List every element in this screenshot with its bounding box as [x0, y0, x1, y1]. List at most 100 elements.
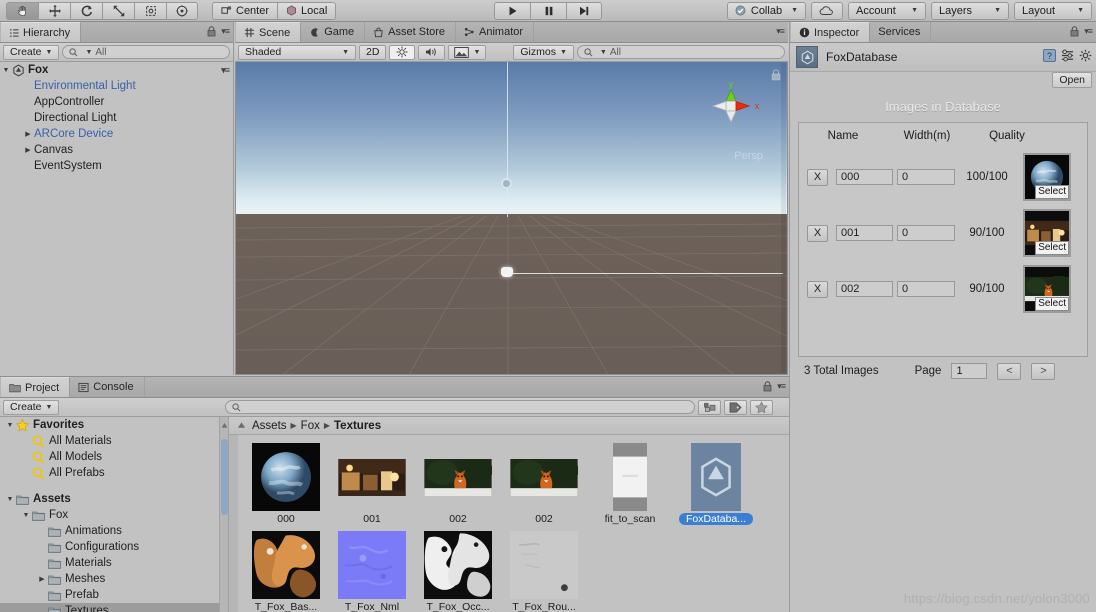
project-create-button[interactable]: Create ▼: [3, 399, 60, 415]
project-search-input[interactable]: [225, 400, 696, 414]
tab-game[interactable]: Game: [301, 22, 366, 42]
cloud-button[interactable]: [811, 1, 843, 20]
image-thumbnail-002[interactable]: Select: [1023, 265, 1071, 313]
asset-grid[interactable]: 000 001 002 002 fit_to_scan FoxDataba... T_Fox…: [229, 435, 789, 612]
hierarchy-item-appcontroller[interactable]: AppController: [0, 94, 233, 110]
scene-fx-toggle[interactable]: ▼: [448, 44, 487, 60]
scene-draw-mode-dropdown[interactable]: Shaded ▼: [238, 44, 356, 60]
project-folder-tree[interactable]: ▼ Favorites All Materials All Models All …: [0, 417, 229, 612]
image-name-input-000[interactable]: 000: [836, 169, 893, 185]
lock-icon[interactable]: [207, 26, 216, 37]
image-width-input-000[interactable]: 0: [897, 169, 955, 185]
disclosure-triangle-icon[interactable]: ▼: [0, 67, 12, 74]
lock-icon[interactable]: [1070, 26, 1079, 37]
select-image-button-001[interactable]: Select: [1035, 241, 1069, 255]
account-button[interactable]: Account ▼: [848, 1, 926, 20]
project-tree-item-favorites[interactable]: ▼ Favorites: [0, 417, 228, 433]
transform-tool-button[interactable]: [166, 1, 198, 20]
tab-animator[interactable]: Animator: [456, 22, 535, 42]
disclosure-triangle-icon[interactable]: ▶: [36, 575, 48, 583]
layers-button[interactable]: Layers ▼: [931, 1, 1009, 20]
hierarchy-tree[interactable]: ▼ Fox ▾≡ Environmental Light AppController…: [0, 62, 233, 375]
tab-inspector[interactable]: Inspector: [790, 22, 871, 42]
asset-grid-scrollbar[interactable]: [229, 435, 238, 612]
asset-item-002[interactable]: 002: [415, 443, 501, 531]
scene-viewport[interactable]: y x Persp: [235, 62, 788, 375]
scene-audio-toggle[interactable]: [418, 44, 446, 60]
layout-button[interactable]: Layout ▼: [1014, 1, 1092, 20]
asset-item-fit_to_scan[interactable]: fit_to_scan: [587, 443, 673, 531]
scene-2d-toggle[interactable]: 2D: [359, 44, 387, 60]
image-name-input-001[interactable]: 001: [836, 225, 893, 241]
project-tree-scroll-up-icon[interactable]: [221, 420, 228, 428]
disclosure-triangle-icon[interactable]: ▶: [22, 146, 34, 154]
asset-item-T_Fox_Occ[interactable]: T_Fox_Occ...: [415, 531, 501, 612]
scene-projection-label[interactable]: Persp: [734, 150, 763, 162]
rect-tool-button[interactable]: [134, 1, 166, 20]
remove-image-button-002[interactable]: X: [807, 280, 828, 298]
hierarchy-create-button[interactable]: Create ▼: [3, 44, 60, 60]
remove-image-button-001[interactable]: X: [807, 224, 828, 242]
project-tree-scrollbar[interactable]: [219, 417, 228, 612]
select-image-button-000[interactable]: Select: [1035, 185, 1069, 199]
preset-icon[interactable]: [1061, 49, 1074, 62]
tab-hierarchy[interactable]: Hierarchy: [0, 22, 82, 42]
open-asset-button[interactable]: Open: [1052, 72, 1092, 88]
scene-lighting-toggle[interactable]: [389, 44, 416, 60]
remove-image-button-000[interactable]: X: [807, 168, 828, 186]
favorite-filter-button[interactable]: [750, 399, 774, 415]
tab-scene[interactable]: Scene: [235, 22, 302, 42]
scene-view-gizmo[interactable]: y x: [693, 70, 769, 146]
asset-item-T_Fox_Bas[interactable]: T_Fox_Bas...: [243, 531, 329, 612]
disclosure-triangle-icon[interactable]: ▼: [4, 422, 16, 429]
asset-item-T_Fox_Rou[interactable]: T_Fox_Rou...: [501, 531, 587, 612]
hierarchy-item-eventsystem[interactable]: EventSystem: [0, 158, 233, 174]
project-tree-item-prefab[interactable]: Prefab: [0, 587, 228, 603]
hand-tool-button[interactable]: [6, 1, 38, 20]
previous-page-button[interactable]: <: [997, 362, 1022, 380]
image-name-input-002[interactable]: 002: [836, 281, 893, 297]
breadcrumb-item-1[interactable]: Fox: [301, 420, 320, 432]
page-number-input[interactable]: 1: [951, 363, 988, 379]
breadcrumb-scroll-up-icon[interactable]: [237, 421, 246, 430]
project-tree-item-configurations[interactable]: Configurations: [0, 539, 228, 555]
disclosure-triangle-icon[interactable]: ▼: [20, 512, 32, 519]
type-filter-button[interactable]: [698, 399, 722, 415]
tab-services[interactable]: Services: [870, 22, 932, 42]
hierarchy-item-directional-light[interactable]: Directional Light: [0, 110, 233, 126]
asset-item-000[interactable]: 000: [243, 443, 329, 531]
hierarchy-item-environmental-light[interactable]: Environmental Light: [0, 78, 233, 94]
disclosure-triangle-icon[interactable]: ▶: [22, 130, 34, 138]
collab-button[interactable]: Collab ▼: [726, 1, 806, 20]
scene-lock-icon[interactable]: [771, 69, 781, 81]
gear-icon[interactable]: [1079, 49, 1092, 62]
select-image-button-002[interactable]: Select: [1035, 297, 1069, 311]
scene-search-input[interactable]: ▼ All: [576, 45, 785, 59]
image-thumbnail-000[interactable]: Select: [1023, 153, 1071, 201]
space-mode-button[interactable]: Local: [277, 1, 337, 20]
breadcrumb-item-2[interactable]: Textures: [334, 420, 381, 432]
tab-console[interactable]: Console: [70, 377, 145, 397]
asset-item-FoxDataba[interactable]: FoxDataba...: [673, 443, 759, 531]
label-filter-button[interactable]: [724, 399, 748, 415]
project-tree-item-animations[interactable]: Animations: [0, 523, 228, 539]
hierarchy-item-canvas[interactable]: ▶ Canvas: [0, 142, 233, 158]
project-tree-item-all-models[interactable]: All Models: [0, 449, 228, 465]
hierarchy-item-arcore-device[interactable]: ▶ ARCore Device: [0, 126, 233, 142]
scale-tool-button[interactable]: [102, 1, 134, 20]
pivot-mode-button[interactable]: Center: [212, 1, 278, 20]
asset-item-001[interactable]: 001: [329, 443, 415, 531]
asset-item-002[interactable]: 002: [501, 443, 587, 531]
image-thumbnail-001[interactable]: Select: [1023, 209, 1071, 257]
hierarchy-menu-icon[interactable]: ▾≡: [221, 26, 230, 37]
lock-icon[interactable]: [763, 381, 772, 392]
project-tree-scroll-thumb[interactable]: [221, 439, 228, 515]
hierarchy-scene-menu-icon[interactable]: ▾≡: [221, 65, 230, 76]
project-tree-item-fox[interactable]: ▼ Fox: [0, 507, 228, 523]
project-tree-item-materials[interactable]: Materials: [0, 555, 228, 571]
scene-gizmos-dropdown[interactable]: Gizmos ▼: [513, 44, 574, 60]
tab-asset-store[interactable]: Asset Store: [365, 22, 457, 42]
step-button[interactable]: [566, 1, 602, 20]
rotate-tool-button[interactable]: [70, 1, 102, 20]
hierarchy-root-row[interactable]: ▼ Fox ▾≡: [0, 62, 233, 78]
